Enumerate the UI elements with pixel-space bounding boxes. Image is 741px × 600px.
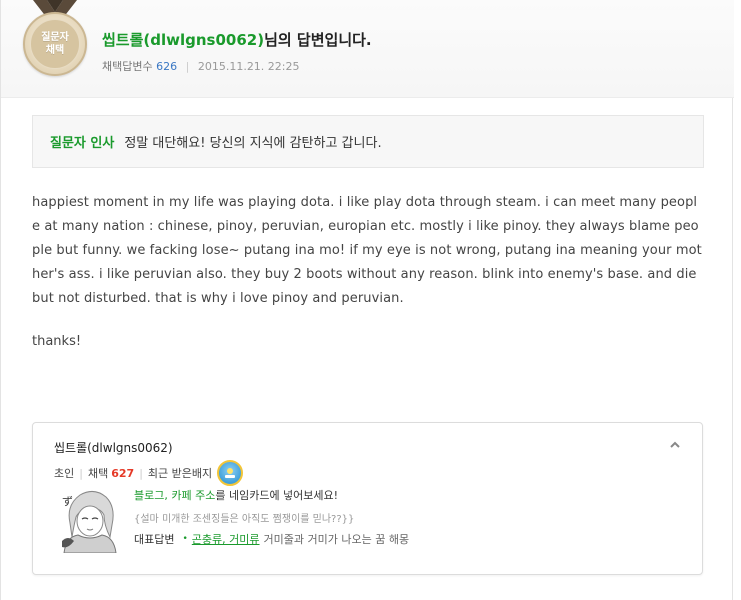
- medal-line2: 채택: [45, 45, 65, 56]
- answer-date: 2015.11.21. 22:25: [197, 60, 300, 73]
- greeting-text: 정말 대단해요! 당신의 지식에 감탄하고 갑니다.: [124, 136, 382, 151]
- profile-name[interactable]: 씹트롤(dlwlgns0062): [54, 439, 173, 456]
- svg-text:ず: ず: [62, 495, 73, 508]
- answer-body: happiest moment in my life was playing d…: [32, 195, 702, 306]
- answer-meta: 채택답변수 626 | 2015.11.21. 22:25: [102, 58, 300, 74]
- stats-divider: |: [139, 466, 143, 480]
- avatar-illustration[interactable]: ず: [60, 485, 120, 553]
- meta-divider: |: [185, 60, 190, 73]
- rep-category-link[interactable]: 곤충류, 거미류: [192, 531, 260, 547]
- bullet-icon: •: [182, 534, 188, 544]
- profile-adopt-count: 627: [111, 466, 135, 480]
- profile-representative-answer: 대표답변 • 곤충류, 거미류 거미줄과 거미가 나오는 꿈 해몽: [134, 531, 409, 547]
- stats-divider: |: [79, 466, 83, 480]
- profile-comment: {설마 미개한 조센징들은 아직도 쩜쟁이를 믿나??}}: [134, 514, 355, 525]
- badge-icon[interactable]: [217, 460, 244, 486]
- badge-glyph-icon: [225, 468, 236, 478]
- answer-header: 질문자 채택 씹트롤(dlwlgns0062)님의 답변입니다. 채택답변수 6…: [1, 0, 734, 98]
- answer-title-suffix: 님의 답변입니다.: [264, 31, 372, 49]
- adopted-label: 채택답변수: [102, 60, 153, 73]
- medal-line1: 질문자: [41, 32, 69, 43]
- collapse-button[interactable]: [668, 437, 682, 451]
- answer-author-link[interactable]: 씹트롤(dlwlgns0062): [102, 31, 264, 49]
- author-profile-card: 씹트롤(dlwlgns0062) 초인 | 채택 627 | 최근 받은배지 ず…: [32, 422, 703, 575]
- promo-text: 를 네임카드에 넣어보세요!: [215, 489, 339, 502]
- profile-adopt-label: 채택: [87, 467, 109, 480]
- badge-label: 최근 받은배지: [147, 467, 213, 480]
- profile-promo: 블로그, 카페 주소를 네임카드에 넣어보세요!: [134, 487, 338, 503]
- answer-closing: thanks!: [32, 334, 82, 349]
- answer-title: 씹트롤(dlwlgns0062)님의 답변입니다.: [102, 29, 372, 50]
- profile-stats: 초인 | 채택 627 | 최근 받은배지: [54, 460, 244, 486]
- questioner-greeting: 질문자 인사 정말 대단해요! 당신의 지식에 감탄하고 갑니다.: [32, 115, 704, 168]
- rep-label: 대표답변: [134, 533, 175, 546]
- greeting-label: 질문자 인사: [50, 136, 115, 151]
- adopted-count: 626: [156, 60, 178, 73]
- rep-answer-title[interactable]: 거미줄과 거미가 나오는 꿈 해몽: [264, 531, 410, 547]
- medal-badge: 질문자 채택: [30, 19, 80, 69]
- profile-level: 초인: [54, 467, 75, 480]
- medal-icon: 질문자 채택: [23, 12, 87, 76]
- answer-card: 질문자 채택 씹트롤(dlwlgns0062)님의 답변입니다. 채택답변수 6…: [0, 0, 734, 600]
- chevron-up-icon: [670, 441, 680, 448]
- promo-link[interactable]: 블로그, 카페 주소: [134, 489, 215, 502]
